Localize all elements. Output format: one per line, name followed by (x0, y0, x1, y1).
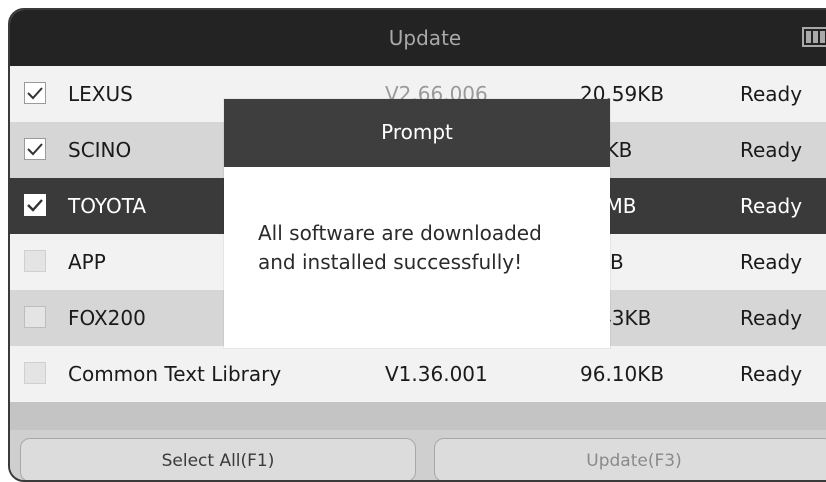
check-icon (27, 199, 43, 212)
table-row[interactable]: Common Text Library V1.36.001 96.10KB Re… (10, 346, 826, 402)
software-name: Common Text Library (68, 362, 282, 386)
software-name: FOX200 (68, 306, 146, 330)
prompt-dialog: Prompt All software are downloaded and i… (224, 99, 610, 348)
software-status: Ready (740, 138, 803, 162)
row-checkbox[interactable] (24, 250, 46, 272)
row-checkbox[interactable] (24, 362, 46, 384)
row-checkbox[interactable] (24, 194, 46, 216)
check-icon (27, 143, 43, 156)
software-name: APP (68, 250, 106, 274)
battery-icon (802, 26, 826, 53)
dialog-message-line: and installed successfully! (258, 250, 523, 274)
check-icon (27, 87, 43, 100)
software-size: 96.10KB (580, 362, 665, 386)
row-checkbox[interactable] (24, 306, 46, 328)
software-status: Ready (740, 82, 803, 106)
software-status: Ready (740, 362, 803, 386)
dialog-message-line: All software are downloaded (258, 221, 542, 245)
select-all-button[interactable]: Select All(F1) (20, 438, 416, 480)
software-name: LEXUS (68, 82, 133, 106)
dialog-title: Prompt (224, 99, 610, 167)
update-button[interactable]: Update(F3) (434, 438, 826, 480)
software-name: SCINO (68, 138, 132, 162)
software-status: Ready (740, 250, 803, 274)
page-title: Update (388, 26, 462, 50)
software-name: TOYOTA (68, 194, 147, 218)
title-bar: Update (10, 10, 826, 66)
dialog-message: All software are downloaded and installe… (258, 219, 590, 277)
footer-bar: Select All(F1) Update(F3) (10, 430, 826, 480)
row-checkbox[interactable] (24, 138, 46, 160)
row-checkbox[interactable] (24, 82, 46, 104)
software-status: Ready (740, 194, 803, 218)
software-version: V1.36.001 (385, 362, 488, 386)
software-status: Ready (740, 306, 803, 330)
